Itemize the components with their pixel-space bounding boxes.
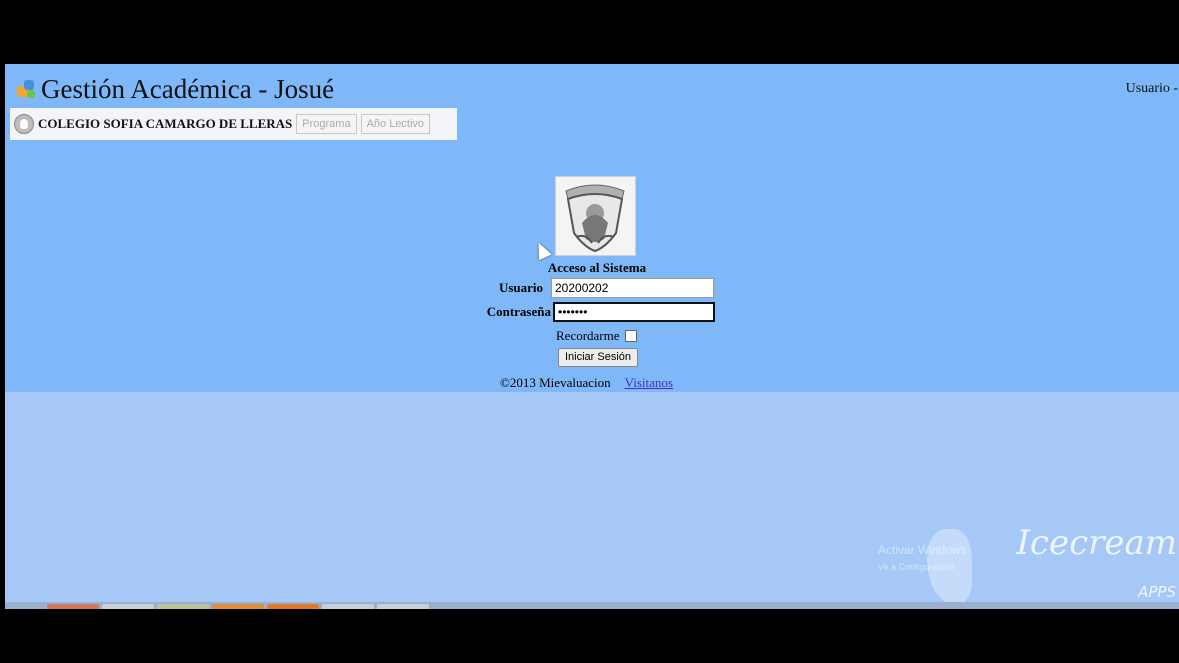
password-input[interactable]	[553, 302, 715, 322]
footer: ©2013 Mievaluacion Visitanos	[500, 375, 673, 391]
taskbar	[5, 602, 1179, 609]
taskbar-item[interactable]	[102, 604, 154, 609]
watermark: Activar Windows Ve a Configuración Icecr…	[872, 519, 1179, 609]
username-input[interactable]	[551, 278, 714, 298]
header-band: Gestión Académica - Josué Usuario -: COL…	[5, 64, 1179, 392]
browser-page: Gestión Académica - Josué Usuario -: COL…	[5, 64, 1179, 609]
username-label: Usuario	[498, 280, 543, 295]
mouse-cursor-icon	[532, 239, 552, 261]
puzzle-logo-icon	[15, 79, 37, 101]
app-header: Gestión Académica - Josué	[15, 74, 334, 105]
watermark-apps: APPS	[1138, 583, 1176, 601]
user-status: Usuario -:	[1125, 81, 1179, 96]
taskbar-item[interactable]	[267, 604, 319, 609]
submit-row: Iniciar Sesión	[558, 348, 639, 367]
taskbar-item[interactable]	[377, 604, 429, 609]
login-title: Acceso al Sistema	[547, 260, 647, 275]
watermark-brand: Icecream	[1016, 523, 1177, 563]
copyright-text: ©2013 Mievaluacion	[500, 375, 611, 390]
visitors-link[interactable]: Visitanos	[625, 375, 673, 391]
remember-label: Recordarme	[556, 328, 620, 343]
username-row: Usuario	[483, 278, 714, 298]
app-title: Gestión Académica - Josué	[41, 74, 335, 104]
password-label: Contraseña	[486, 304, 551, 319]
password-row: Contraseña	[483, 302, 715, 322]
school-year-button[interactable]: Año Lectivo	[360, 114, 431, 134]
activate-windows-text: Activar Windows	[878, 543, 967, 557]
school-toolbar: COLEGIO SOFIA CAMARGO DE LLERAS Programa…	[10, 108, 457, 140]
program-button[interactable]: Programa	[296, 114, 357, 134]
taskbar-item[interactable]	[47, 604, 99, 609]
activate-windows-subtext: Ve a Configuración	[878, 562, 955, 572]
school-name: COLEGIO SOFIA CAMARGO DE LLERAS	[38, 116, 293, 131]
taskbar-item[interactable]	[322, 604, 374, 609]
taskbar-item[interactable]	[212, 604, 264, 609]
remember-checkbox[interactable]	[624, 330, 637, 342]
school-crest-image	[555, 176, 636, 256]
taskbar-item[interactable]	[157, 604, 209, 609]
school-crest-icon	[14, 114, 34, 134]
login-button[interactable]: Iniciar Sesión	[558, 348, 639, 367]
remember-row: Recordarme	[556, 328, 637, 344]
